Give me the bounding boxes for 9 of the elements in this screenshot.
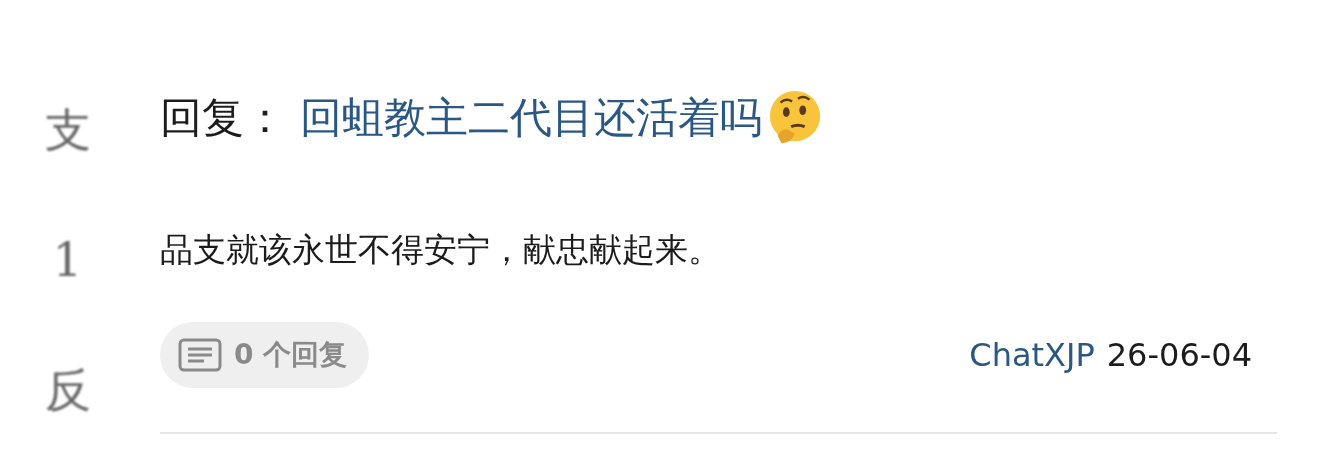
side-character: 支: [44, 102, 91, 159]
post-body: 品支就该永世不得安宁，献忠献起来。: [160, 229, 722, 271]
comment-icon: [178, 338, 222, 372]
reply-prefix: 回复：: [160, 92, 286, 144]
post-date: 26-06-04: [1106, 336, 1252, 374]
thread-link[interactable]: 回蛆教主二代目还活着吗: [300, 90, 762, 146]
side-character: 1: [52, 232, 83, 289]
side-character: 反: [44, 362, 91, 419]
author-link[interactable]: ChatXJP: [969, 336, 1095, 374]
